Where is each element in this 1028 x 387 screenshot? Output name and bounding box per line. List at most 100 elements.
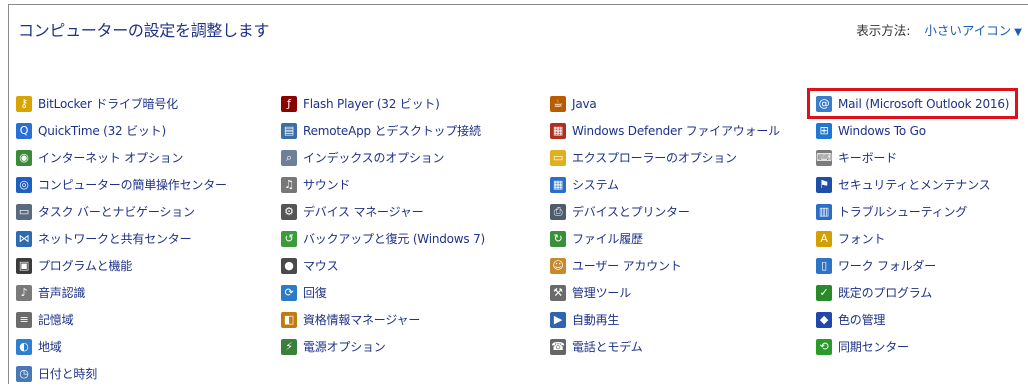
control-panel-item[interactable]: ♪ 音声認識 xyxy=(16,279,227,306)
quicktime-icon: Q xyxy=(16,122,32,139)
printer-icon: ⎙ xyxy=(550,203,566,220)
control-panel-item[interactable]: ⌨ キーボード xyxy=(816,144,1009,171)
control-panel-item[interactable]: A フォント xyxy=(816,225,1009,252)
control-panel-item[interactable]: ⊞ Windows To Go xyxy=(816,117,1009,144)
control-panel-item[interactable]: ☺ ユーザー アカウント xyxy=(550,252,780,279)
credential-icon: ◧ xyxy=(281,311,297,328)
control-panel-item-label: デバイス マネージャー xyxy=(303,205,424,219)
sync-center-icon: ⟲ xyxy=(816,338,832,355)
control-panel-item[interactable]: ⚙ デバイス マネージャー xyxy=(281,198,485,225)
control-panel-item[interactable]: ▦ システム xyxy=(550,171,780,198)
control-panel-item[interactable]: ● マウス xyxy=(281,252,485,279)
control-panel-item[interactable]: ≡ 記憶域 xyxy=(16,306,227,333)
autoplay-icon: ▶ xyxy=(550,311,566,328)
backup-icon: ↺ xyxy=(281,230,297,247)
control-panel-item-label: QuickTime (32 ビット) xyxy=(38,124,166,138)
chevron-down-icon[interactable]: ▼ xyxy=(1014,27,1022,38)
control-panel-item[interactable]: ☕ Java xyxy=(550,90,780,117)
control-panel-item-label: プログラムと機能 xyxy=(38,259,133,273)
items-column-1: ⚷ BitLocker ドライブ暗号化 Q QuickTime (32 ビット) ◉ イン… xyxy=(16,90,227,387)
control-panel-item[interactable]: ◎ コンピューターの簡単操作センター xyxy=(16,171,227,198)
control-panel-item[interactable]: ▭ タスク バーとナビゲーション xyxy=(16,198,227,225)
control-panel-item-label: 回復 xyxy=(303,286,327,300)
microphone-icon: ♪ xyxy=(16,284,32,301)
control-panel-item-label: 資格情報マネージャー xyxy=(303,313,421,327)
control-panel-item[interactable]: ☎ 電話とモデム xyxy=(550,333,780,360)
control-panel-item[interactable]: ↺ バックアップと復元 (Windows 7) xyxy=(281,225,485,252)
control-panel-item-label: ネットワークと共有センター xyxy=(38,232,192,246)
control-panel-item-label: 音声認識 xyxy=(38,286,86,300)
view-by-control: 表示方法: 小さいアイコン ▼ xyxy=(856,20,1022,39)
control-panel-item-label: RemoteApp とデスクトップ接続 xyxy=(303,124,481,138)
remoteapp-icon: ▤ xyxy=(281,122,297,139)
control-panel-item[interactable]: ▥ トラブルシューティング xyxy=(816,198,1009,225)
color-management-icon: ◆ xyxy=(816,311,832,328)
control-panel-item-label: エクスプローラーのオプション xyxy=(572,151,737,165)
control-panel-item-label: 日付と時刻 xyxy=(38,367,98,381)
control-panel-item[interactable]: ⟲ 同期センター xyxy=(816,333,1009,360)
control-panel-item[interactable]: ▶ 自動再生 xyxy=(550,306,780,333)
control-panel-item[interactable]: ⌕ インデックスのオプション xyxy=(281,144,485,171)
clock-icon: ◷ xyxy=(16,365,32,382)
folder-options-icon: ▭ xyxy=(550,149,566,166)
device-manager-icon: ⚙ xyxy=(281,203,297,220)
control-panel-item[interactable]: ◧ 資格情報マネージャー xyxy=(281,306,485,333)
control-panel-item[interactable]: ⚑ セキュリティとメンテナンス xyxy=(816,171,1009,198)
internet-options-icon: ◉ xyxy=(16,149,32,166)
control-panel-item-label: インデックスのオプション xyxy=(303,151,445,165)
control-panel-item-label: コンピューターの簡単操作センター xyxy=(38,178,227,192)
items-column-2: ƒ Flash Player (32 ビット) ▤ RemoteApp とデスクトップ… xyxy=(281,90,485,360)
power-icon: ⚡ xyxy=(281,338,297,355)
network-icon: ⋈ xyxy=(16,230,32,247)
control-panel-item[interactable]: ◆ 色の管理 xyxy=(816,306,1009,333)
storage-icon: ≡ xyxy=(16,311,32,328)
font-icon: A xyxy=(816,230,832,247)
control-panel-item[interactable]: ▭ エクスプローラーのオプション xyxy=(550,144,780,171)
control-panel-item-label: 電話とモデム xyxy=(572,340,643,354)
control-panel-item[interactable]: ⚡ 電源オプション xyxy=(281,333,485,360)
control-panel-item-label: Windows To Go xyxy=(838,123,926,138)
control-panel-item[interactable]: ▣ プログラムと機能 xyxy=(16,252,227,279)
control-panel-item[interactable]: ⟳ 回復 xyxy=(281,279,485,306)
control-panel-item[interactable]: ⋈ ネットワークと共有センター xyxy=(16,225,227,252)
control-panel-item[interactable]: Q QuickTime (32 ビット) xyxy=(16,117,227,144)
control-panel-item-label: 自動再生 xyxy=(572,313,620,327)
control-panel-item[interactable]: ▦ Windows Defender ファイアウォール xyxy=(550,117,780,144)
control-panel-item-label: デバイスとプリンター xyxy=(572,205,690,219)
control-panel-item[interactable]: ◉ インターネット オプション xyxy=(16,144,227,171)
control-panel-item-label: フォント xyxy=(838,232,886,246)
flag-icon: ⚑ xyxy=(816,176,832,193)
control-panel-item[interactable]: ♫ サウンド xyxy=(281,171,485,198)
control-panel-item-label: マウス xyxy=(303,259,339,273)
firewall-icon: ▦ xyxy=(550,122,566,139)
taskbar-icon: ▭ xyxy=(16,203,32,220)
keyboard-icon: ⌨ xyxy=(816,149,832,166)
control-panel-item[interactable]: ▯ ワーク フォルダー xyxy=(816,252,1009,279)
system-icon: ▦ xyxy=(550,176,566,193)
control-panel-item[interactable]: ✓ 既定のプログラム xyxy=(816,279,1009,306)
control-panel-item-label: ファイル履歴 xyxy=(572,232,643,246)
control-panel-item[interactable]: ⎙ デバイスとプリンター xyxy=(550,198,780,225)
control-panel-item[interactable]: ⚷ BitLocker ドライブ暗号化 xyxy=(16,90,227,117)
control-panel-items: ⚷ BitLocker ドライブ暗号化 Q QuickTime (32 ビット) ◉ イン… xyxy=(16,90,1024,383)
control-panel-item[interactable]: ▤ RemoteApp とデスクトップ接続 xyxy=(281,117,485,144)
control-panel-item-label: 同期センター xyxy=(838,340,909,354)
control-panel-item[interactable]: @ Mail (Microsoft Outlook 2016) xyxy=(816,90,1009,117)
control-panel-item-label: 地域 xyxy=(38,340,62,354)
indexing-icon: ⌕ xyxy=(281,149,297,166)
control-panel-item[interactable]: ƒ Flash Player (32 ビット) xyxy=(281,90,485,117)
control-panel-item-label: Windows Defender ファイアウォール xyxy=(572,124,780,138)
flash-icon: ƒ xyxy=(281,95,297,112)
control-panel-item-label: サウンド xyxy=(303,178,351,192)
control-panel-item[interactable]: ↻ ファイル履歴 xyxy=(550,225,780,252)
control-panel-item[interactable]: ◐ 地域 xyxy=(16,333,227,360)
view-by-dropdown[interactable]: 小さいアイコン xyxy=(924,23,1011,38)
control-panel-item-label: Java xyxy=(572,96,597,111)
troubleshoot-icon: ▥ xyxy=(816,203,832,220)
view-by-label: 表示方法: xyxy=(856,23,911,38)
control-panel-item-label: 記憶域 xyxy=(38,313,74,327)
control-panel-item[interactable]: ⚒ 管理ツール xyxy=(550,279,780,306)
control-panel-item-label: キーボード xyxy=(838,151,898,165)
ease-of-access-icon: ◎ xyxy=(16,176,32,193)
control-panel-item-label: Flash Player (32 ビット) xyxy=(303,97,440,111)
